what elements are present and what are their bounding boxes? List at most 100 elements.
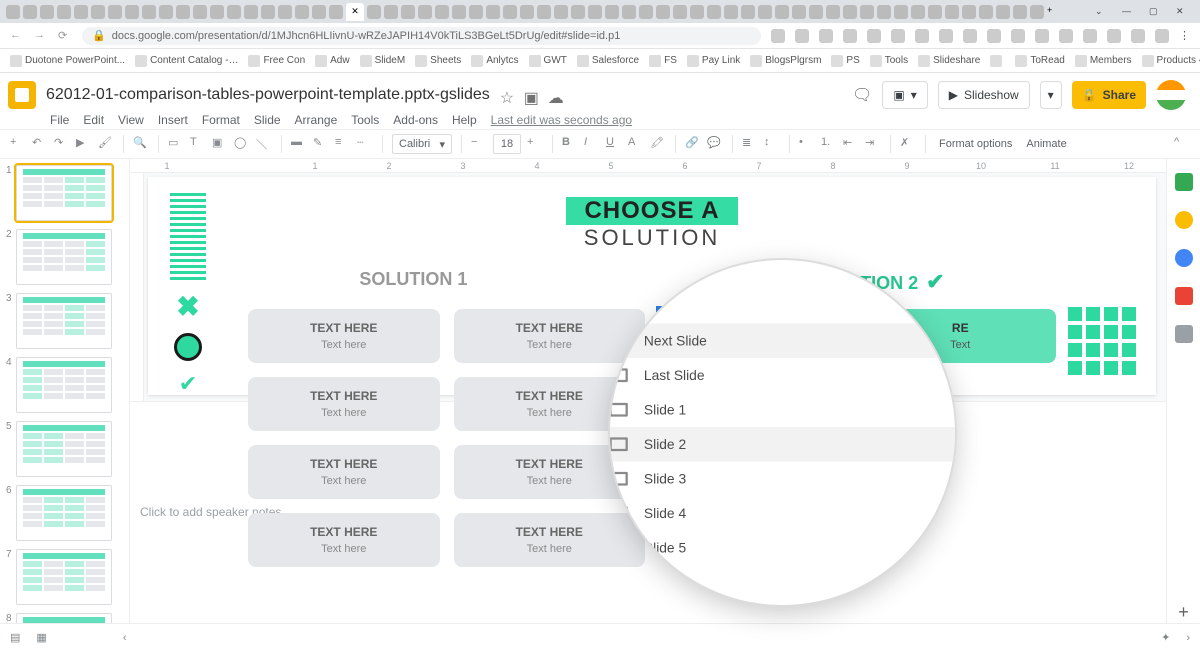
print-icon[interactable]: ▶: [76, 136, 92, 152]
tab-icon[interactable]: [210, 5, 224, 19]
tab-icon[interactable]: [1013, 5, 1027, 19]
new-tab-button[interactable]: +: [1047, 5, 1061, 19]
tab-icon[interactable]: [57, 5, 71, 19]
tab-icon[interactable]: [775, 5, 789, 19]
tab-icon[interactable]: [894, 5, 908, 19]
extension-icon[interactable]: [843, 29, 857, 43]
tab-icon[interactable]: [159, 5, 173, 19]
extension-icon[interactable]: [1155, 29, 1169, 43]
tab-icon[interactable]: [588, 5, 602, 19]
slide-thumb[interactable]: [16, 165, 112, 221]
tab-icon[interactable]: [979, 5, 993, 19]
active-tab[interactable]: ✕: [346, 3, 364, 21]
slides-logo-icon[interactable]: [8, 81, 36, 109]
font-size-input[interactable]: 18: [493, 134, 521, 154]
slide-thumb[interactable]: [16, 549, 112, 605]
keep-icon[interactable]: [1175, 211, 1193, 229]
bookmark-item[interactable]: SlideM: [360, 55, 406, 67]
tab-icon[interactable]: [843, 5, 857, 19]
number-list-icon[interactable]: 1.: [821, 136, 837, 152]
reload-button[interactable]: [58, 29, 72, 43]
align-icon[interactable]: ≣: [742, 136, 758, 152]
present-button[interactable]: ▶Slideshow: [938, 81, 1030, 109]
slide-title[interactable]: CHOOSE A SOLUTION: [188, 197, 1116, 251]
menu-slide[interactable]: Slide: [254, 113, 281, 127]
tab-icon[interactable]: [605, 5, 619, 19]
move-icon[interactable]: ▣: [524, 88, 538, 102]
grid-cell[interactable]: TEXT HEREText here: [248, 377, 440, 431]
indent-less-icon[interactable]: ⇤: [843, 136, 859, 152]
search-result-next-slide[interactable]: Next Slide: [610, 323, 955, 358]
bookmark-item[interactable]: Salesforce: [577, 55, 639, 67]
grid-view-icon[interactable]: ▦: [36, 631, 46, 644]
tab-icon[interactable]: [656, 5, 670, 19]
tab-icon[interactable]: [707, 5, 721, 19]
tab-icon[interactable]: [724, 5, 738, 19]
italic-icon[interactable]: I: [584, 136, 600, 152]
bookmark-item[interactable]: Sheets: [415, 55, 461, 67]
tab-icon[interactable]: [503, 5, 517, 19]
extension-icon[interactable]: [1107, 29, 1121, 43]
tab-icon[interactable]: [758, 5, 772, 19]
line-icon[interactable]: ＼: [256, 136, 272, 152]
chevron-down-icon[interactable]: ⌄: [1095, 6, 1107, 18]
extension-icon[interactable]: [1131, 29, 1145, 43]
bookmark-item[interactable]: Adw: [315, 55, 349, 67]
bookmark-item[interactable]: Members: [1075, 55, 1132, 67]
tab-icon[interactable]: [690, 5, 704, 19]
extension-icon[interactable]: [891, 29, 905, 43]
extension-icon[interactable]: [915, 29, 929, 43]
tab-icon[interactable]: [329, 5, 343, 19]
animate-button[interactable]: Animate: [1022, 138, 1070, 150]
maximize-icon[interactable]: ▢: [1149, 6, 1161, 18]
bookmark-item[interactable]: GWT: [529, 55, 567, 67]
search-result-slide-4[interactable]: Slide 4: [610, 496, 955, 531]
grid-cell[interactable]: TEXT HEREText here: [248, 445, 440, 499]
menu-arrange[interactable]: Arrange: [295, 113, 338, 127]
tab-icon[interactable]: [928, 5, 942, 19]
menu-addons[interactable]: Add-ons: [393, 113, 438, 127]
bookmark-item[interactable]: BlogsPlgrsm: [750, 55, 821, 67]
tab-icon[interactable]: [1030, 5, 1044, 19]
explore-icon[interactable]: ✦: [1161, 631, 1170, 644]
collapse-toolbar-icon[interactable]: ^: [1174, 136, 1190, 152]
extension-icon[interactable]: [1083, 29, 1097, 43]
slide-thumb[interactable]: [16, 485, 112, 541]
back-button[interactable]: [10, 29, 24, 43]
bookmark-item[interactable]: Pay Link: [687, 55, 740, 67]
tab-icon[interactable]: [91, 5, 105, 19]
tab-icon[interactable]: [244, 5, 258, 19]
extension-icon[interactable]: [1035, 29, 1049, 43]
bookmark-item[interactable]: PS: [831, 55, 859, 67]
account-avatar[interactable]: [1156, 80, 1186, 110]
tab-icon[interactable]: [877, 5, 891, 19]
tab-icon[interactable]: [384, 5, 398, 19]
tab-icon[interactable]: [571, 5, 585, 19]
tab-icon[interactable]: [312, 5, 326, 19]
contacts-icon[interactable]: [1175, 287, 1193, 305]
menu-help[interactable]: Help: [452, 113, 477, 127]
calendar-icon[interactable]: [1175, 173, 1193, 191]
tab-icon[interactable]: [996, 5, 1010, 19]
extension-icon[interactable]: [771, 29, 785, 43]
bookmark-item[interactable]: Products « SlideMo…: [1142, 55, 1200, 67]
bookmark-item[interactable]: Content Catalog -…: [135, 55, 238, 67]
border-weight-icon[interactable]: ≡: [335, 136, 351, 152]
extension-icon[interactable]: [867, 29, 881, 43]
edit-status[interactable]: Last edit was seconds ago: [491, 113, 632, 127]
bookmark-item[interactable]: Duotone PowerPoint...: [10, 55, 125, 67]
menu-insert[interactable]: Insert: [158, 113, 188, 127]
tab-icon[interactable]: [142, 5, 156, 19]
extension-icon[interactable]: [1059, 29, 1073, 43]
tasks-icon[interactable]: [1175, 249, 1193, 267]
tab-icon[interactable]: [40, 5, 54, 19]
search-result-slide-2[interactable]: Slide 2: [610, 427, 955, 462]
fill-color-icon[interactable]: ▬: [291, 136, 307, 152]
tab-icon[interactable]: [622, 5, 636, 19]
new-slide-icon[interactable]: +: [10, 136, 26, 152]
tab-icon[interactable]: [792, 5, 806, 19]
font-select[interactable]: Calibri▾: [392, 134, 452, 154]
doc-title[interactable]: 62012-01-comparison-tables-powerpoint-te…: [46, 86, 490, 104]
tab-icon[interactable]: [554, 5, 568, 19]
search-input[interactable]: Search: [644, 260, 691, 277]
